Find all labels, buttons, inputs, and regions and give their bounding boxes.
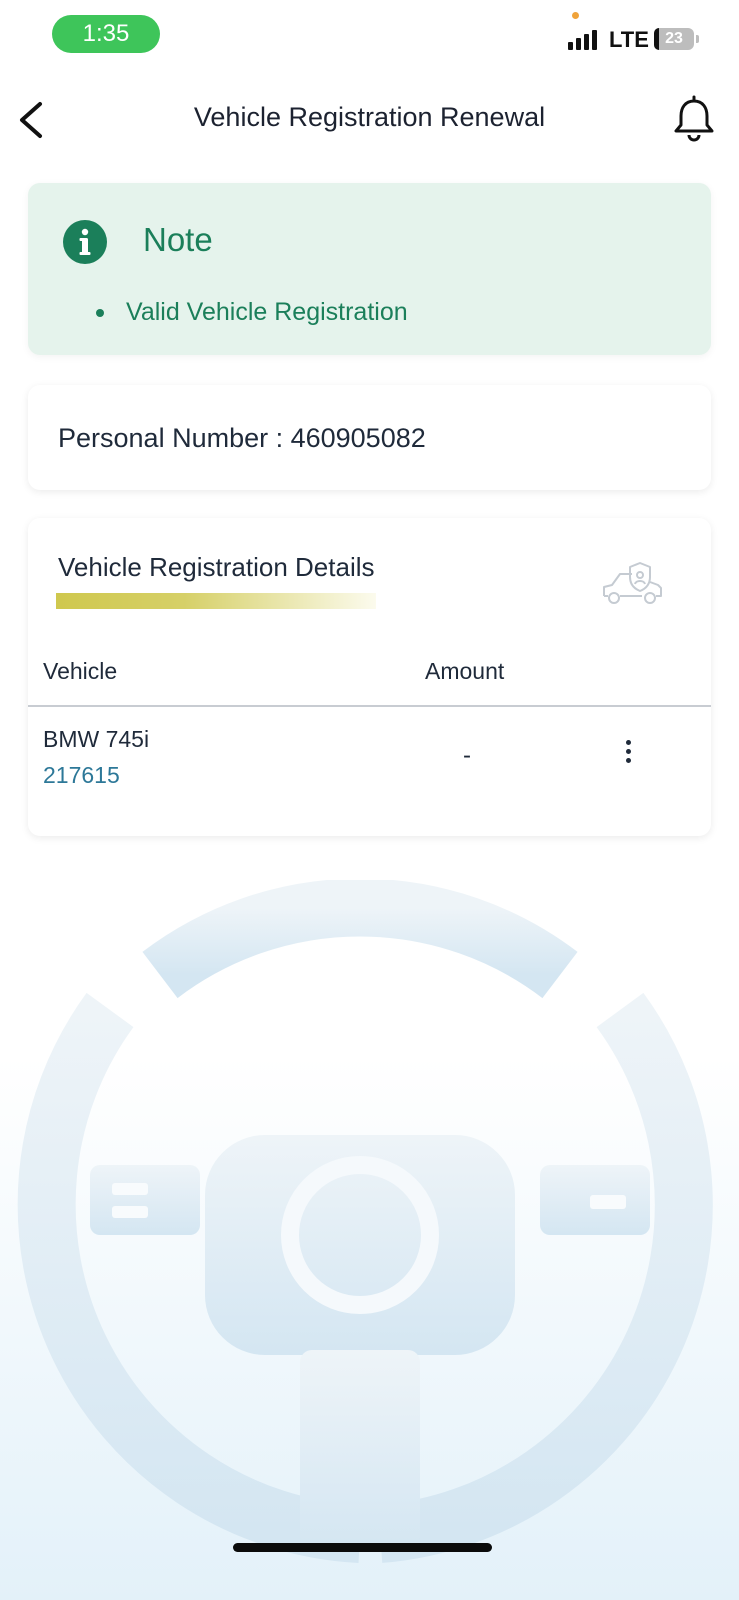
personal-number-card: Personal Number : 460905082 (28, 385, 711, 490)
title-underline (56, 593, 376, 609)
note-item-text: Valid Vehicle Registration (126, 298, 408, 326)
network-type: LTE (609, 27, 649, 52)
chevron-left-icon (20, 102, 42, 138)
page-title: Vehicle Registration Renewal (193, 102, 546, 132)
column-header-vehicle: Vehicle (43, 658, 118, 684)
app-header: Vehicle Registration Renewal (0, 80, 739, 160)
column-header-amount: Amount (425, 658, 505, 684)
vehicle-details-card: Vehicle Registration Details Vehicle Amo… (28, 518, 711, 836)
note-title: Note (143, 221, 213, 258)
info-icon (63, 220, 107, 264)
personal-number: Personal Number : 460905082 (58, 423, 426, 453)
back-button[interactable] (12, 98, 52, 142)
bullet-icon (96, 309, 104, 318)
table-divider (28, 705, 711, 707)
note-card: Note Valid Vehicle Registration (28, 183, 711, 355)
home-indicator (233, 1543, 492, 1552)
more-options-button[interactable] (618, 740, 638, 770)
vehicle-name: BMW 745i (43, 726, 150, 752)
steering-wheel-icon (17, 880, 713, 1563)
privacy-indicator (572, 12, 579, 19)
status-bar: 1:35 LTE 23 (0, 0, 739, 70)
battery-icon: 23 (654, 28, 699, 50)
bell-icon (674, 95, 714, 142)
note-list-item: Valid Vehicle Registration (96, 298, 408, 327)
notifications-button[interactable] (670, 94, 718, 144)
status-time: 1:35 (52, 15, 160, 53)
vehicle-plate-number: 217615 (43, 762, 120, 788)
car-shield-icon (603, 562, 662, 604)
table-row[interactable]: BMW 745i 217615 - (28, 718, 711, 808)
vehicle-amount: - (463, 742, 471, 769)
details-title: Vehicle Registration Details (58, 552, 375, 582)
battery-level: 23 (665, 30, 683, 47)
signal-strength-icon (568, 30, 597, 50)
